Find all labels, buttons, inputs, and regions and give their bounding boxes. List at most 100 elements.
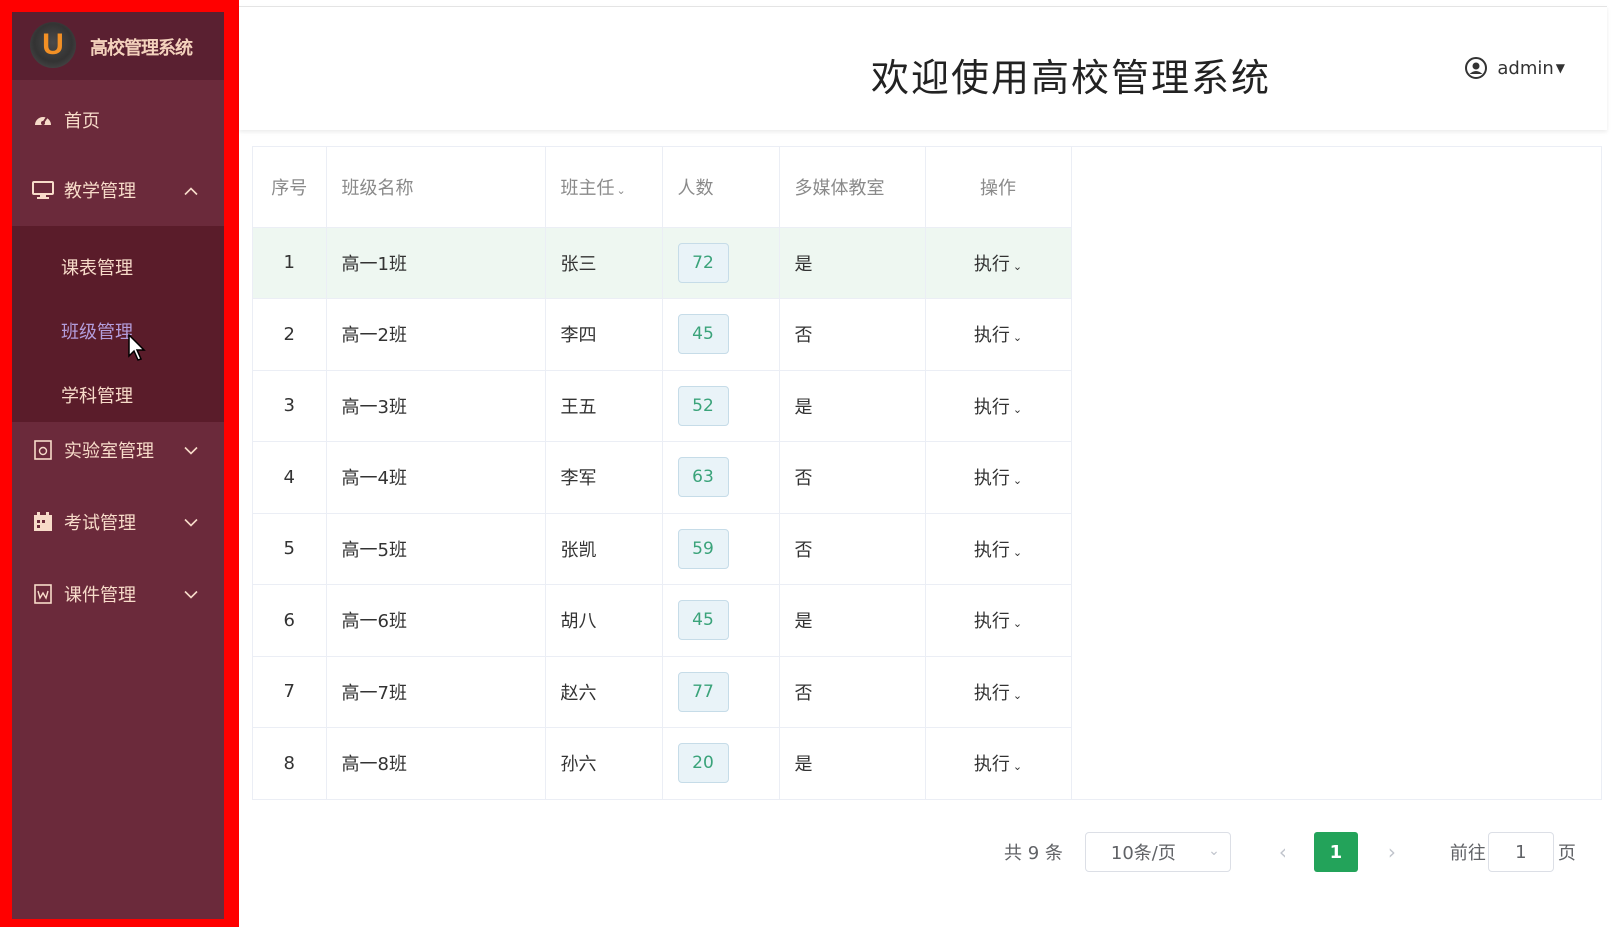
cell-class-name: 高一3班 [326,370,546,442]
cell-index: 6 [253,584,327,657]
table-row[interactable]: 4 高一4班 李军 63 否 执行 ⌄ [253,441,1072,514]
next-page-button[interactable]: › [1388,840,1396,864]
table-row[interactable]: 1 高一1班 张三 72 是 执行 ⌄ [253,227,1072,299]
cell-teacher: 王五 [545,370,663,442]
chevron-down-icon: ⌄ [1012,474,1023,488]
submenu-item-schedule[interactable]: 课表管理 [61,254,133,280]
execute-dropdown[interactable]: 执行 ⌄ [974,468,1022,489]
sidebar-item-home[interactable]: 首页 [12,84,224,156]
cell-index: 4 [253,441,327,514]
column-header-teacher[interactable]: 班主任 ⌄ [545,147,663,228]
cell-action: 执行 ⌄ [925,441,1072,514]
sort-chevron-icon[interactable]: ⌄ [617,184,626,197]
cell-class-name: 高一1班 [326,227,546,299]
execute-dropdown[interactable]: 执行 ⌄ [974,397,1022,418]
chevron-down-icon: ⌄ [1012,760,1023,774]
cell-class-name: 高一2班 [326,298,546,371]
count-tag: 45 [677,314,729,355]
cell-teacher: 李四 [545,298,663,371]
execute-dropdown[interactable]: 执行 ⌄ [974,683,1022,704]
goto-label: 前往 [1449,843,1486,864]
cell-count: 72 [662,227,780,299]
table-row[interactable]: 8 高一8班 孙六 20 是 执行 ⌄ [253,727,1072,800]
chevron-down-icon: ⌄ [1012,402,1023,416]
execute-dropdown[interactable]: 执行 ⌄ [974,754,1022,775]
sidebar-item-exam[interactable]: 考试管理 [12,486,224,558]
cell-index: 7 [253,656,327,728]
sidebar-item-teaching[interactable]: 教学管理 [12,154,224,226]
table-row[interactable]: 2 高一2班 李四 45 否 执行 ⌄ [253,298,1072,371]
sidebar-item-label: 首页 [64,111,100,132]
cell-class-name: 高一8班 [326,727,546,800]
count-tag: 20 [677,743,729,784]
cell-class-name: 高一7班 [326,656,546,728]
table-row[interactable]: 6 高一6班 胡八 45 是 执行 ⌄ [253,584,1072,657]
cell-class-name: 高一5班 [326,513,546,585]
execute-dropdown[interactable]: 执行 ⌄ [974,611,1022,632]
user-icon [1465,57,1488,79]
column-header-name: 班级名称 [326,147,546,228]
column-header-count: 人数 [662,147,780,228]
cell-media: 否 [779,441,926,514]
class-table: 序号 班级名称 班主任 ⌄ 人数 多媒体教室 操作 1 高一1班 张三 72 是 … [252,146,1602,800]
chevron-down-icon [184,440,198,461]
chevron-down-icon: ⌄ [1012,688,1023,702]
cell-index: 8 [253,727,327,800]
column-header-media: 多媒体教室 [779,147,926,228]
execute-dropdown[interactable]: 执行 ⌄ [974,540,1022,561]
user-menu[interactable]: admin ▼ [1465,57,1565,79]
pagination: 共 9 条 10条/页 ⌄ ‹ 1 › 前往 页 [1004,832,1576,872]
page-size-select[interactable]: 10条/页 ⌄ [1084,832,1231,872]
goto-page-input[interactable] [1487,832,1554,872]
table-header-row: 序号 班级名称 班主任 ⌄ 人数 多媒体教室 操作 [253,147,1072,228]
cell-action: 执行 ⌄ [925,298,1072,371]
sidebar-item-lab[interactable]: 实验室管理 [12,414,224,486]
pagination-total: 共 9 条 [1004,843,1063,864]
goto-suffix: 页 [1557,843,1576,864]
count-tag: 59 [677,528,729,569]
execute-dropdown[interactable]: 执行 ⌄ [974,325,1022,346]
sidebar-item-courseware[interactable]: 课件管理 [12,558,224,630]
username: admin [1497,57,1554,79]
mouse-cursor-icon [128,333,148,366]
page-size-value: 10条/页 [1110,843,1176,864]
cell-index: 2 [253,298,327,371]
cell-teacher: 胡八 [545,584,663,657]
count-tag: 52 [677,385,729,426]
execute-label: 执行 [973,396,1010,418]
sidebar: U 高校管理系统 首页 教学管理 课表管理 班级管理 学科管理 实验室管理 考试… [12,12,224,919]
cell-action: 执行 ⌄ [925,370,1072,442]
chevron-down-icon: ⌄ [1208,843,1220,859]
header: 欢迎使用高校管理系统 admin ▼ [239,6,1607,130]
submenu-item-class[interactable]: 班级管理 [61,318,133,344]
cell-action: 执行 ⌄ [925,584,1072,657]
table-row[interactable]: 7 高一7班 赵六 77 否 执行 ⌄ [253,656,1072,728]
cell-media: 是 [779,370,926,442]
execute-label: 执行 [973,682,1010,704]
execute-dropdown[interactable]: 执行 ⌄ [974,254,1022,275]
execute-label: 执行 [973,468,1010,490]
execute-label: 执行 [973,611,1010,633]
submenu-item-subject[interactable]: 学科管理 [61,382,133,408]
count-tag: 72 [677,242,729,283]
page-button-current[interactable]: 1 [1313,832,1358,872]
cell-count: 45 [662,298,780,371]
count-tag: 45 [677,600,729,641]
sidebar-item-label: 教学管理 [64,181,136,202]
table-row[interactable]: 3 高一3班 王五 52 是 执行 ⌄ [253,370,1072,442]
count-tag: 77 [677,671,729,712]
cell-media: 是 [779,227,926,299]
cell-class-name: 高一4班 [326,441,546,514]
cell-teacher: 孙六 [545,727,663,800]
execute-label: 执行 [973,253,1010,275]
cell-action: 执行 ⌄ [925,656,1072,728]
cell-count: 52 [662,370,780,442]
cell-count: 59 [662,513,780,585]
table-row[interactable]: 5 高一5班 张凯 59 否 执行 ⌄ [253,513,1072,585]
cell-action: 执行 ⌄ [925,513,1072,585]
dashboard-icon [32,109,54,131]
page-title: 欢迎使用高校管理系统 [871,56,1272,100]
column-header-action: 操作 [925,147,1072,228]
prev-page-button[interactable]: ‹ [1279,840,1287,864]
cell-count: 77 [662,656,780,728]
